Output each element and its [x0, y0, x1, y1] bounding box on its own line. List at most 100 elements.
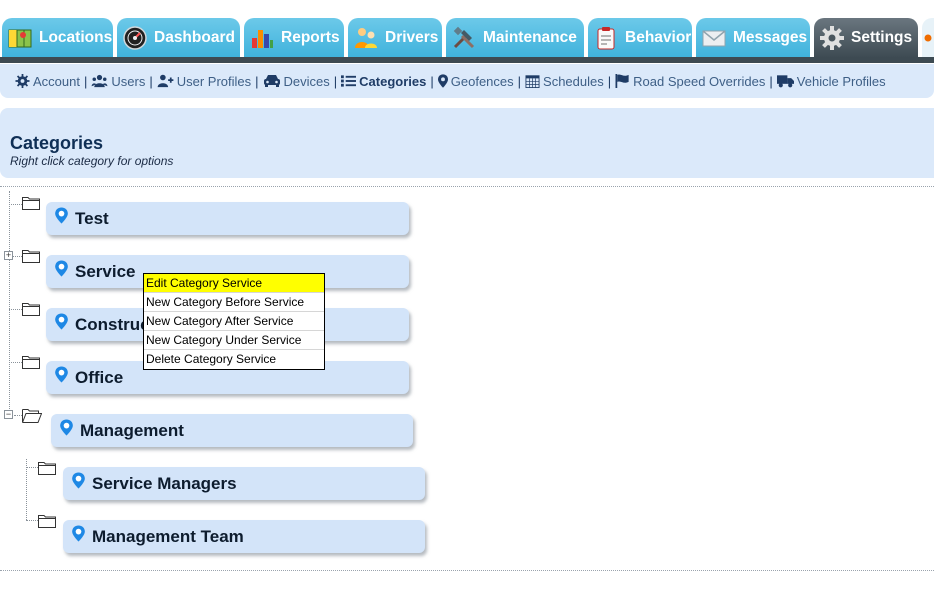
category-context-menu: Edit Category Service New Category Befor… — [143, 273, 325, 370]
category-label: Management — [80, 420, 184, 440]
categories-header-panel: Categories Right click category for opti… — [0, 108, 934, 178]
subnav-separator: | — [333, 73, 338, 89]
list-icon — [341, 75, 357, 87]
tree-connector — [9, 191, 10, 415]
subnav-road-speed-overrides[interactable]: Road Speed Overrides — [615, 74, 765, 89]
tree-connector — [9, 362, 22, 363]
subnav-categories-label: Categories — [359, 73, 427, 89]
tree-connector — [26, 467, 38, 468]
expand-toggle-service[interactable]: + — [4, 251, 13, 260]
category-node-management-team[interactable]: Management Team — [63, 520, 425, 553]
main-tab-bar: Locations Dashboard Reports Drivers Main… — [0, 0, 934, 64]
menu-item-new-category-after[interactable]: New Category After Service — [144, 312, 324, 331]
subnav-users-label: Users — [111, 73, 146, 89]
menu-item-new-category-under[interactable]: New Category Under Service — [144, 331, 324, 350]
tools-icon — [453, 26, 475, 49]
subnav-vehicle-profiles-label: Vehicle Profiles — [796, 73, 886, 89]
subnav-separator: | — [607, 73, 612, 89]
menu-item-edit-category[interactable]: Edit Category Service — [144, 274, 324, 293]
gear-icon — [15, 74, 30, 88]
subnav-geofences-label: Geofences — [450, 73, 514, 89]
category-tree: + − Test Service Construction Office Man… — [0, 186, 934, 571]
subnav-user-profiles[interactable]: User Profiles — [157, 74, 251, 89]
menu-item-new-category-before[interactable]: New Category Before Service — [144, 293, 324, 312]
bar-chart-icon — [252, 30, 273, 48]
subnav-vehicle-profiles[interactable]: Vehicle Profiles — [776, 73, 886, 89]
tab-behavior[interactable]: Behavior — [588, 18, 692, 58]
speedometer-icon — [123, 26, 147, 50]
subnav-devices-label: Devices — [283, 73, 330, 89]
tab-label: Reports — [281, 29, 340, 46]
tab-maintenance[interactable]: Maintenance — [446, 18, 584, 58]
subnav-geofences[interactable]: Geofences — [437, 73, 514, 89]
tab-locations[interactable]: Locations — [2, 18, 113, 58]
subnav-road-speed-overrides-label: Road Speed Overrides — [633, 73, 766, 89]
map-pin-icon — [60, 419, 73, 436]
tab-label: Settings — [851, 29, 913, 46]
subnav-account-label: Account — [33, 73, 80, 89]
tab-reports[interactable]: Reports — [244, 18, 344, 58]
category-node-service-managers[interactable]: Service Managers — [63, 467, 425, 500]
tab-drivers[interactable]: Drivers — [348, 18, 442, 58]
map-pin-icon — [72, 525, 85, 542]
category-label: Management Team — [92, 526, 244, 546]
subnav-users[interactable]: Users — [91, 74, 145, 89]
tree-connector — [26, 520, 38, 521]
tree-connector — [13, 256, 22, 257]
folder-icon[interactable] — [22, 301, 40, 316]
folder-open-icon[interactable] — [22, 407, 42, 423]
map-icon — [8, 29, 32, 48]
tab-settings[interactable]: Settings — [814, 18, 918, 58]
map-pin-icon — [55, 366, 68, 383]
tab-messages[interactable]: Messages — [696, 18, 810, 58]
map-pin-icon — [55, 207, 68, 224]
collapse-toggle-management[interactable]: − — [4, 410, 13, 419]
category-label: Service — [75, 261, 136, 281]
map-pin-icon — [55, 313, 68, 330]
subnav-separator: | — [149, 73, 153, 89]
tree-connector — [26, 459, 27, 520]
subnav-categories[interactable]: Categories — [341, 74, 426, 89]
tab-label: Dashboard — [154, 29, 235, 46]
subnav-separator: | — [769, 73, 773, 89]
category-label: Service Managers — [92, 473, 237, 493]
user-plus-icon — [157, 74, 174, 88]
category-label: Test — [75, 208, 109, 228]
page-title: Categories — [10, 133, 104, 153]
subnav-separator: | — [255, 73, 259, 89]
subnav-devices[interactable]: Devices — [263, 74, 330, 89]
map-pin-icon — [72, 472, 85, 489]
category-node-management[interactable]: Management — [51, 414, 413, 447]
folder-icon[interactable] — [22, 354, 40, 369]
tab-label: Messages — [733, 29, 808, 46]
map-marker-icon — [437, 74, 448, 88]
tab-label: Behavior — [625, 29, 692, 46]
folder-icon[interactable] — [22, 248, 40, 263]
tab-label: Maintenance — [483, 29, 577, 46]
subnav-user-profiles-label: User Profiles — [176, 73, 252, 89]
folder-icon[interactable] — [22, 195, 40, 210]
subnav-separator: | — [430, 73, 434, 89]
tab-label: Locations — [39, 29, 113, 46]
car-icon — [263, 75, 280, 87]
menu-item-delete-category[interactable]: Delete Category Service — [144, 350, 324, 369]
category-node-test[interactable]: Test — [46, 202, 409, 235]
tree-connector — [14, 415, 22, 416]
users-icon — [92, 74, 108, 88]
gear-icon — [820, 26, 844, 50]
tab-dashboard[interactable]: Dashboard — [117, 18, 240, 58]
subnav-schedules[interactable]: Schedules — [525, 74, 604, 89]
folder-icon[interactable] — [38, 460, 56, 475]
page-subtitle: Right click category for options — [10, 154, 174, 168]
settings-subnav: Account | Users | User Profiles | Device… — [0, 64, 934, 98]
tree-connector — [9, 204, 22, 205]
tab-bar-underline — [0, 57, 934, 63]
subnav-account[interactable]: Account — [15, 74, 80, 89]
tab-overflow[interactable] — [922, 18, 934, 58]
map-pin-icon — [55, 260, 68, 277]
tree-connector — [9, 309, 22, 310]
folder-icon[interactable] — [38, 513, 56, 528]
clipboard-icon — [597, 27, 615, 50]
tab-label: Drivers — [385, 29, 439, 46]
subnav-schedules-label: Schedules — [543, 73, 604, 89]
